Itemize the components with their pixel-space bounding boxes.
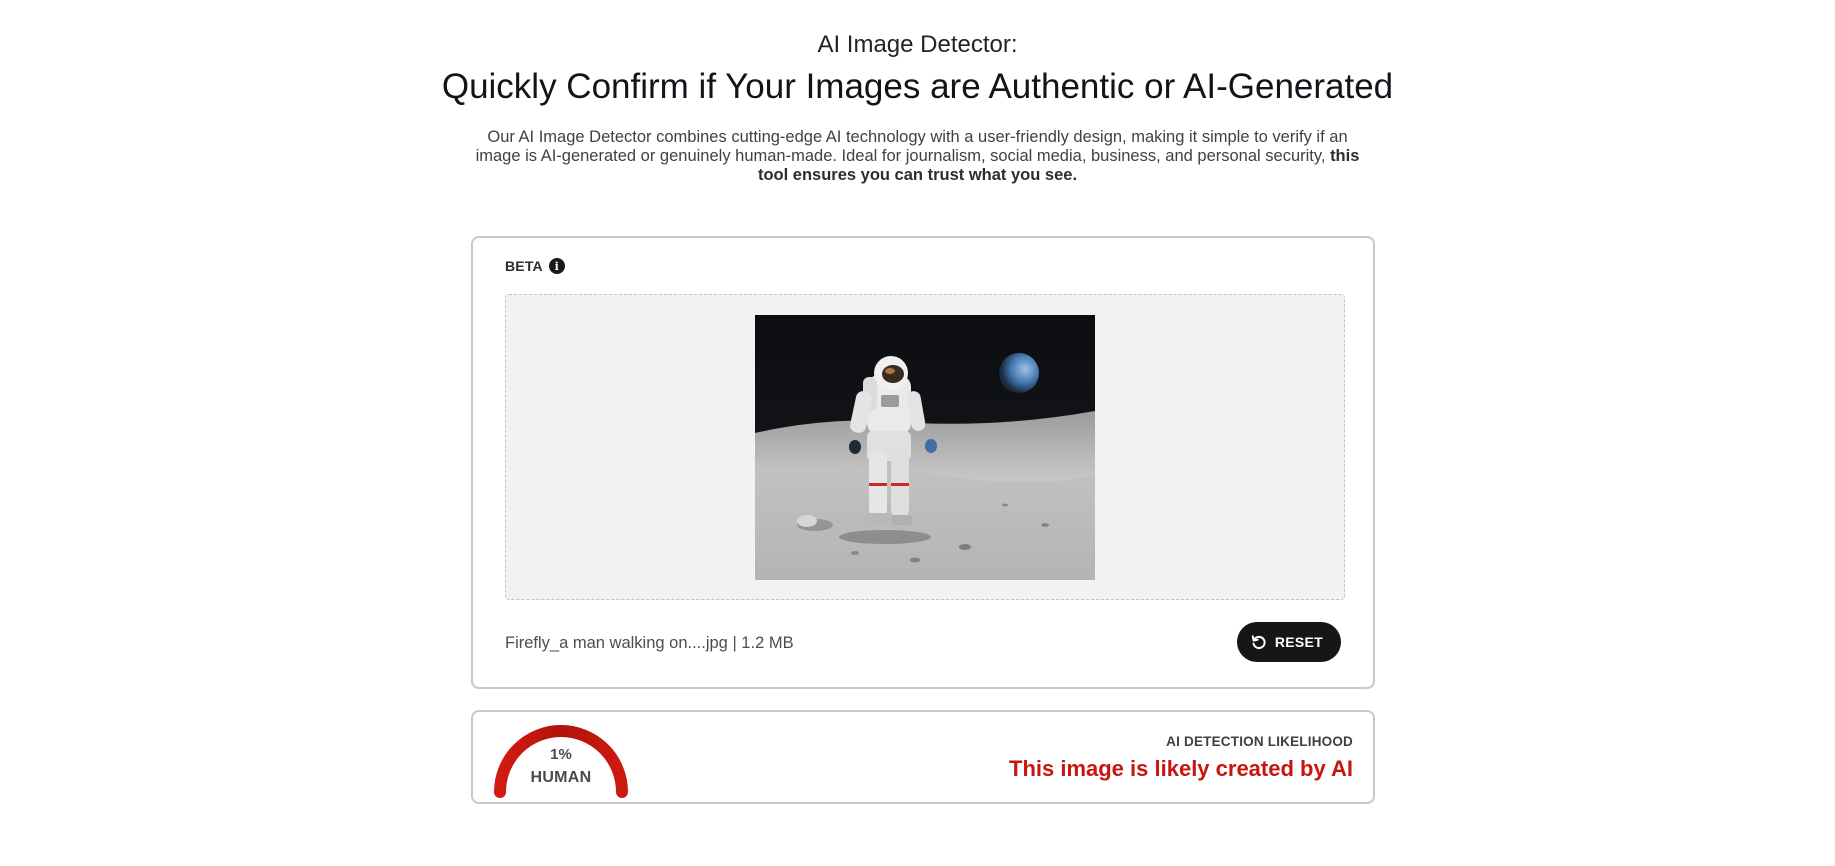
page-header: AI Image Detector: Quickly Confirm if Yo… (0, 30, 1835, 185)
page-eyebrow: AI Image Detector: (817, 31, 1018, 58)
description-text: Our AI Image Detector combines cutting-e… (475, 128, 1348, 165)
reset-label: RESET (1274, 634, 1323, 650)
upload-card: BETA i Firefly_a man walking on....jpg |… (471, 236, 1375, 689)
gauge-label: HUMAN (530, 769, 592, 786)
rotate-ccw-icon (1251, 634, 1267, 650)
file-info: Firefly_a man walking on....jpg | 1.2 MB (505, 634, 794, 652)
image-dropzone[interactable] (505, 294, 1345, 600)
beta-label: BETA (505, 258, 543, 274)
verdict-text: This image is likely created by AI (1009, 756, 1353, 781)
uploaded-image-preview (755, 315, 1095, 580)
astronaut-moon-image (755, 315, 1095, 580)
info-icon[interactable]: i (548, 258, 565, 274)
beta-badge: BETA i (505, 258, 565, 274)
page-title: Quickly Confirm if Your Images are Authe… (441, 67, 1394, 106)
gauge-percent: 1% (550, 746, 572, 763)
likelihood-label: AI DETECTION LIKELIHOOD (1166, 734, 1353, 749)
reset-button[interactable]: RESET (1236, 622, 1341, 662)
result-card: 1% HUMAN AI DETECTION LIKELIHOOD This im… (471, 710, 1375, 804)
page-description: Our AI Image Detector combines cutting-e… (468, 128, 1368, 185)
